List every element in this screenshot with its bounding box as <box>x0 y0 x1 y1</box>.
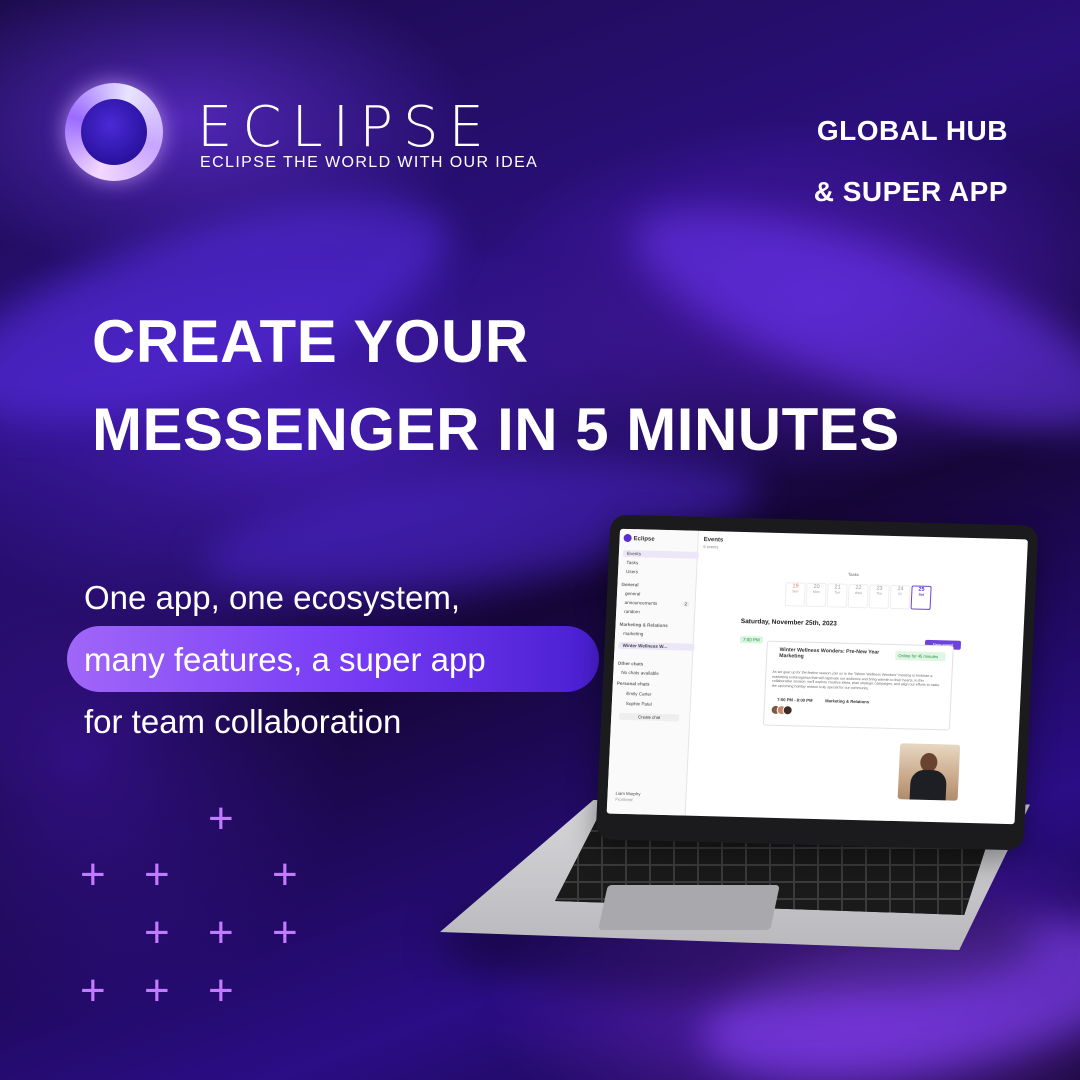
laptop-screen: Eclipse Events Tasks Users General gener… <box>595 514 1039 851</box>
sidebar-section-other[interactable]: Other chats <box>618 661 644 667</box>
plus-icon: + <box>208 908 234 957</box>
subtext-line-3: for team collaboration <box>84 703 402 740</box>
create-chat-button[interactable]: Create chat <box>619 712 680 722</box>
event-card[interactable]: Winter Wellness Wonders: Pre-New Year Ma… <box>762 640 954 731</box>
time-badge: 7:00 PM <box>739 635 763 644</box>
event-time: 7:00 PM - 8:00 PM <box>777 696 813 703</box>
sidebar-section-marketing[interactable]: Marketing & Relations <box>619 622 667 628</box>
plus-icon: + <box>80 850 106 899</box>
video-call-window[interactable] <box>897 743 961 801</box>
event-team: Marketing & Relations <box>825 698 870 705</box>
app-logo-icon <box>623 533 632 543</box>
unread-badge: 2 <box>682 601 690 607</box>
video-person-body <box>909 769 947 801</box>
event-description: As we gear up for the festive season, jo… <box>771 669 940 690</box>
sidebar-chat-sophie[interactable]: Sophie Patel <box>626 701 652 707</box>
plus-icon: + <box>144 850 170 899</box>
event-title: Winter Wellness Wonders: Pre-New Year Ma… <box>779 647 880 660</box>
subtext-line-2: many features, a super app <box>84 641 486 678</box>
day-cell[interactable]: 19 Sun <box>784 582 806 607</box>
sidebar-channel-announcements[interactable]: announcements <box>624 600 657 606</box>
logo-icon <box>65 83 163 181</box>
avatar <box>782 705 793 716</box>
sidebar-chat-emily[interactable]: Emily Carter <box>626 691 652 697</box>
day-cell[interactable]: 23 Thu <box>868 584 890 609</box>
sidebar-channel-general[interactable]: general <box>625 591 641 596</box>
plus-icon: + <box>80 966 106 1015</box>
app-title: Eclipse <box>633 536 655 543</box>
sidebar-item-events[interactable]: Events <box>622 549 700 559</box>
no-chats-text: No chats available <box>621 669 659 676</box>
subtext-line-1: One app, one ecosystem, <box>84 579 461 616</box>
profile-name[interactable]: Liam Murphy <box>615 791 640 797</box>
plus-icon: + <box>208 794 234 843</box>
app-window: Eclipse Events Tasks Users General gener… <box>606 528 1028 825</box>
plus-icon: + <box>272 908 298 957</box>
sidebar-channel-marketing[interactable]: marketing <box>623 631 643 637</box>
brand-name: ECLIPSE <box>197 95 494 160</box>
sidebar-channel-random[interactable]: random <box>624 609 640 614</box>
brand-tagline: ECLIPSE THE WORLD WITH OUR IDEA <box>200 154 539 171</box>
day-cell[interactable]: 20 Mon <box>805 582 827 608</box>
sidebar-chat-winter[interactable]: Winter Wellness W... <box>618 641 695 651</box>
headline-line-2: MESSENGER IN 5 MINUTES <box>92 396 900 463</box>
profile-role: Frontend <box>615 796 633 803</box>
event-status-badge: Online for 45 minutes <box>895 651 946 662</box>
app-sidebar: Eclipse Events Tasks Users General gener… <box>606 528 700 816</box>
day-cell[interactable]: 22 Wed <box>847 583 869 609</box>
day-cell-selected[interactable]: 25 Sat <box>910 585 932 610</box>
day-cell[interactable]: 24 Fri <box>889 584 911 610</box>
plus-icon: + <box>272 850 298 899</box>
plus-icon: + <box>144 908 170 957</box>
sidebar-section-general[interactable]: General <box>621 582 638 587</box>
page-subtitle: 9 events <box>703 543 719 550</box>
plus-icon: + <box>144 966 170 1015</box>
page-title: Events <box>703 536 724 544</box>
day-cell[interactable]: 21 Tue <box>826 583 848 608</box>
headline-line-1: CREATE YOUR <box>92 308 529 375</box>
selected-date: Saturday, November 25th, 2023 <box>740 617 837 628</box>
sidebar-item-users[interactable]: Users <box>626 569 638 574</box>
super-app-label: & SUPER APP <box>813 176 1008 207</box>
laptop-trackpad <box>598 885 780 930</box>
plus-icon: + <box>208 966 234 1015</box>
sidebar-item-tasks[interactable]: Tasks <box>626 560 638 565</box>
ad-banner: ECLIPSE ECLIPSE THE WORLD WITH OUR IDEA … <box>0 0 1080 1080</box>
global-hub-label: GLOBAL HUB <box>816 115 1008 146</box>
sidebar-section-personal[interactable]: Personal chats <box>617 681 650 687</box>
tasks-link[interactable]: Tasks <box>848 572 859 577</box>
